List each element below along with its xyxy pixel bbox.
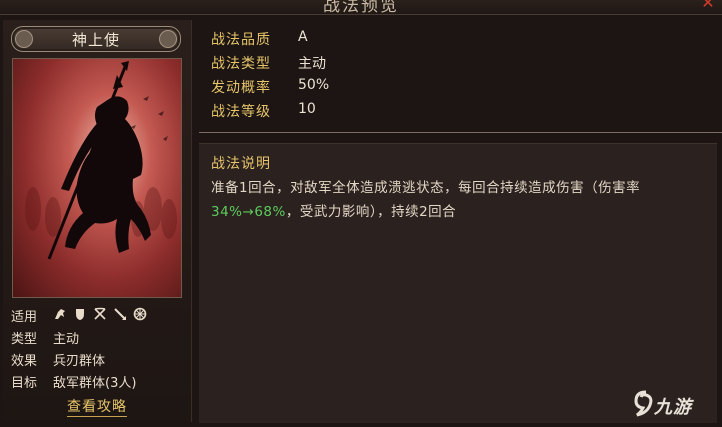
tactic-quality-row: 战法品质 A [211,29,711,53]
attr-label: 目标 [11,376,38,391]
tactic-type-value: 主动 [298,56,326,72]
name-plate: 神上使 [11,26,181,52]
tactic-type-row: 战法类型 主动 [211,53,711,77]
attr-label: 适用 [11,310,38,325]
attr-value: 兵刃群体 [53,354,106,369]
crossbow-icon [94,307,106,320]
close-icon[interactable]: ✕ [700,0,716,11]
watermark-text: 九游 [654,397,692,418]
watermark: 九游 [632,387,718,423]
tactic-description-panel: 战法说明 准备1回合，对敌军全体造成溃逃状态，每回合持续造成伤害（伤害率 34%→… [199,143,717,423]
general-name: 神上使 [71,31,120,49]
tactic-quality-label: 战法品质 [211,32,271,48]
siege-icon [133,307,147,321]
tactic-level-row: 战法等级 10 [211,101,711,125]
description-title: 战法说明 [211,156,271,172]
guide-link-text[interactable]: 查看攻略 [67,399,127,417]
description-part1: 准备1回合，对敌军全体造成溃逃状态，每回合持续造成伤害（伤害率 [211,180,641,196]
general-portrait [12,58,182,298]
tactic-quality-value: A [298,29,308,45]
jiuyou-logo-icon [634,390,653,417]
shield-icon [76,309,84,320]
description-part2: ，受武力影响），持续2回合 [285,204,457,220]
description-text: 准备1回合，对敌军全体造成溃逃状态，每回合持续造成伤害（伤害率 34%→68%，受… [211,176,711,224]
tactic-rate-label: 发动概率 [211,80,271,96]
general-card: 神上使 适用 类型 主动 效果 兵刃群体 目标 敌军群体(3人) 查看攻略 [3,20,192,422]
spear-icon [114,308,126,320]
applicable-unit-icons [53,307,147,321]
attr-value: 敌军群体(3人) [53,376,137,391]
attr-value: 主动 [53,332,80,347]
tactic-level-value: 10 [298,101,316,117]
title-bar: 战法预览 ✕ [0,0,722,16]
tactic-rate-row: 发动概率 50% [211,77,711,101]
window-title: 战法预览 [323,0,399,16]
tactic-level-label: 战法等级 [211,104,271,120]
attr-label: 类型 [11,332,38,347]
tactic-info: 战法品质 A 战法类型 主动 发动概率 50% 战法等级 10 [211,29,711,125]
section-divider [199,132,722,133]
tactic-type-label: 战法类型 [211,56,271,72]
attr-label: 效果 [11,354,38,369]
view-guide-link[interactable]: 查看攻略 [3,396,191,417]
cavalry-icon [55,309,65,319]
tactic-rate-value: 50% [298,77,330,93]
damage-rate-highlight: 34%→68% [211,204,286,220]
